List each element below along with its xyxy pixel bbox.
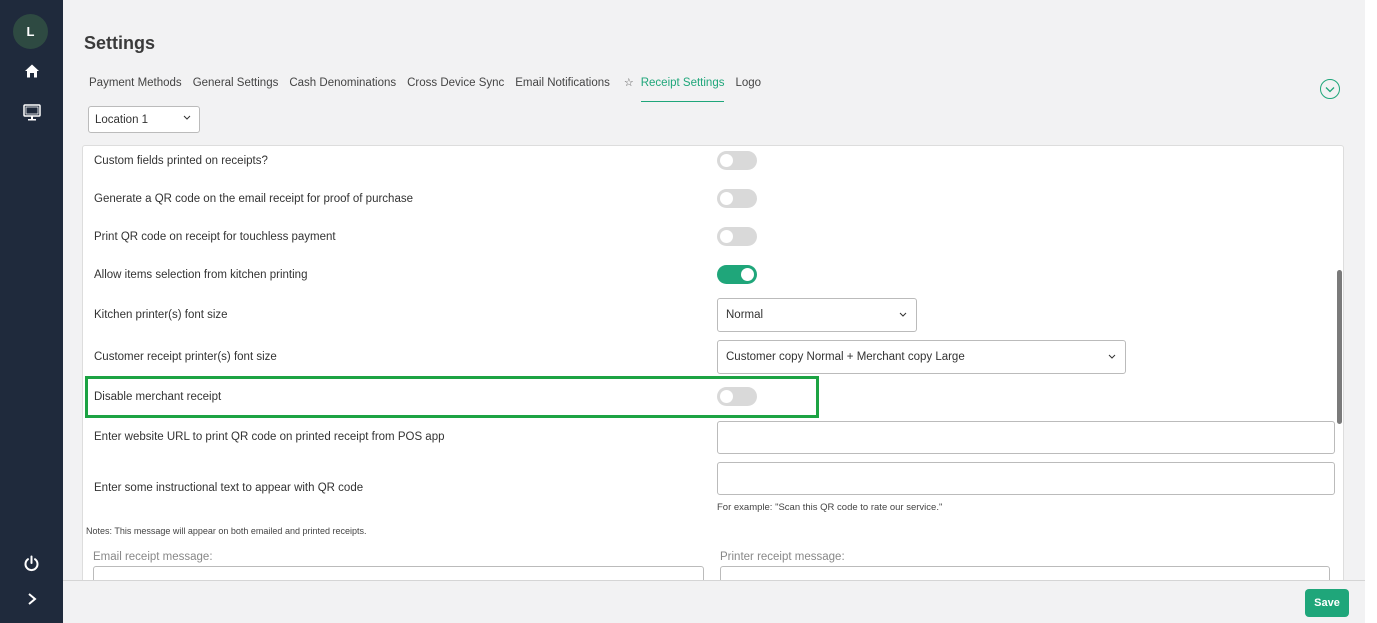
kitchen-font-label: Kitchen printer(s) font size (94, 309, 228, 321)
qr-touchless-label: Print QR code on receipt for touchless p… (94, 231, 336, 243)
chevron-down-icon (183, 115, 191, 120)
website-url-input[interactable] (717, 421, 1335, 454)
location-select[interactable]: Location 1 (88, 106, 200, 133)
instructional-text-label: Enter some instructional text to appear … (94, 482, 364, 494)
customer-font-label: Customer receipt printer(s) font size (94, 351, 277, 363)
customer-font-select[interactable]: Customer copy Normal + Merchant copy Lar… (717, 340, 1126, 374)
email-message-label: Email receipt message: (93, 551, 213, 563)
qr-email-toggle[interactable] (717, 189, 757, 208)
home-icon[interactable] (0, 63, 63, 79)
chevron-down-icon (899, 312, 907, 317)
tab-logo[interactable]: Logo (735, 76, 761, 102)
kitchen-font-select[interactable]: Normal (717, 298, 917, 332)
footer-bar (63, 580, 1365, 623)
avatar[interactable]: L (13, 14, 48, 49)
settings-tabs: Payment Methods General Settings Cash De… (89, 76, 772, 102)
notes-text: Notes: This message will appear on both … (86, 526, 367, 536)
page-edge (1365, 0, 1377, 623)
tab-receipt-settings[interactable]: Receipt Settings (640, 76, 725, 102)
custom-fields-toggle[interactable] (717, 151, 757, 170)
tab-email-notifications[interactable]: Email Notifications (515, 76, 610, 102)
kitchen-font-value: Normal (726, 309, 764, 321)
qr-hint-text: For example: "Scan this QR code to rate … (717, 502, 943, 513)
customer-font-value: Customer copy Normal + Merchant copy Lar… (726, 351, 965, 363)
instructional-text-input[interactable] (717, 462, 1335, 495)
tab-cross-device-sync[interactable]: Cross Device Sync (407, 76, 504, 102)
page-title: Settings (84, 33, 156, 53)
scrollbar[interactable] (1337, 270, 1342, 424)
custom-fields-label: Custom fields printed on receipts? (94, 155, 268, 167)
save-button[interactable]: Save (1305, 589, 1349, 617)
star-icon[interactable]: ☆ (624, 76, 634, 102)
receipt-settings-panel: Custom fields printed on receipts? Gener… (82, 145, 1344, 585)
monitor-icon[interactable] (0, 104, 63, 121)
chevron-right-icon[interactable] (0, 592, 63, 606)
collapse-chevron-icon[interactable] (1320, 79, 1340, 99)
main-content: Settings Payment Methods General Setting… (63, 0, 1365, 586)
tab-payment-methods[interactable]: Payment Methods (89, 76, 182, 102)
qr-email-label: Generate a QR code on the email receipt … (94, 193, 413, 205)
power-icon[interactable] (0, 555, 63, 572)
printer-message-label: Printer receipt message: (720, 551, 845, 563)
kitchen-selection-toggle[interactable] (717, 265, 757, 284)
sidebar: L (0, 0, 63, 623)
qr-touchless-toggle[interactable] (717, 227, 757, 246)
highlight-box (85, 376, 819, 418)
tab-general-settings[interactable]: General Settings (193, 76, 279, 102)
kitchen-selection-label: Allow items selection from kitchen print… (94, 269, 308, 281)
website-url-label: Enter website URL to print QR code on pr… (94, 431, 445, 443)
chevron-down-icon (1108, 354, 1116, 359)
location-select-value: Location 1 (95, 113, 149, 126)
tab-cash-denominations[interactable]: Cash Denominations (289, 76, 396, 102)
